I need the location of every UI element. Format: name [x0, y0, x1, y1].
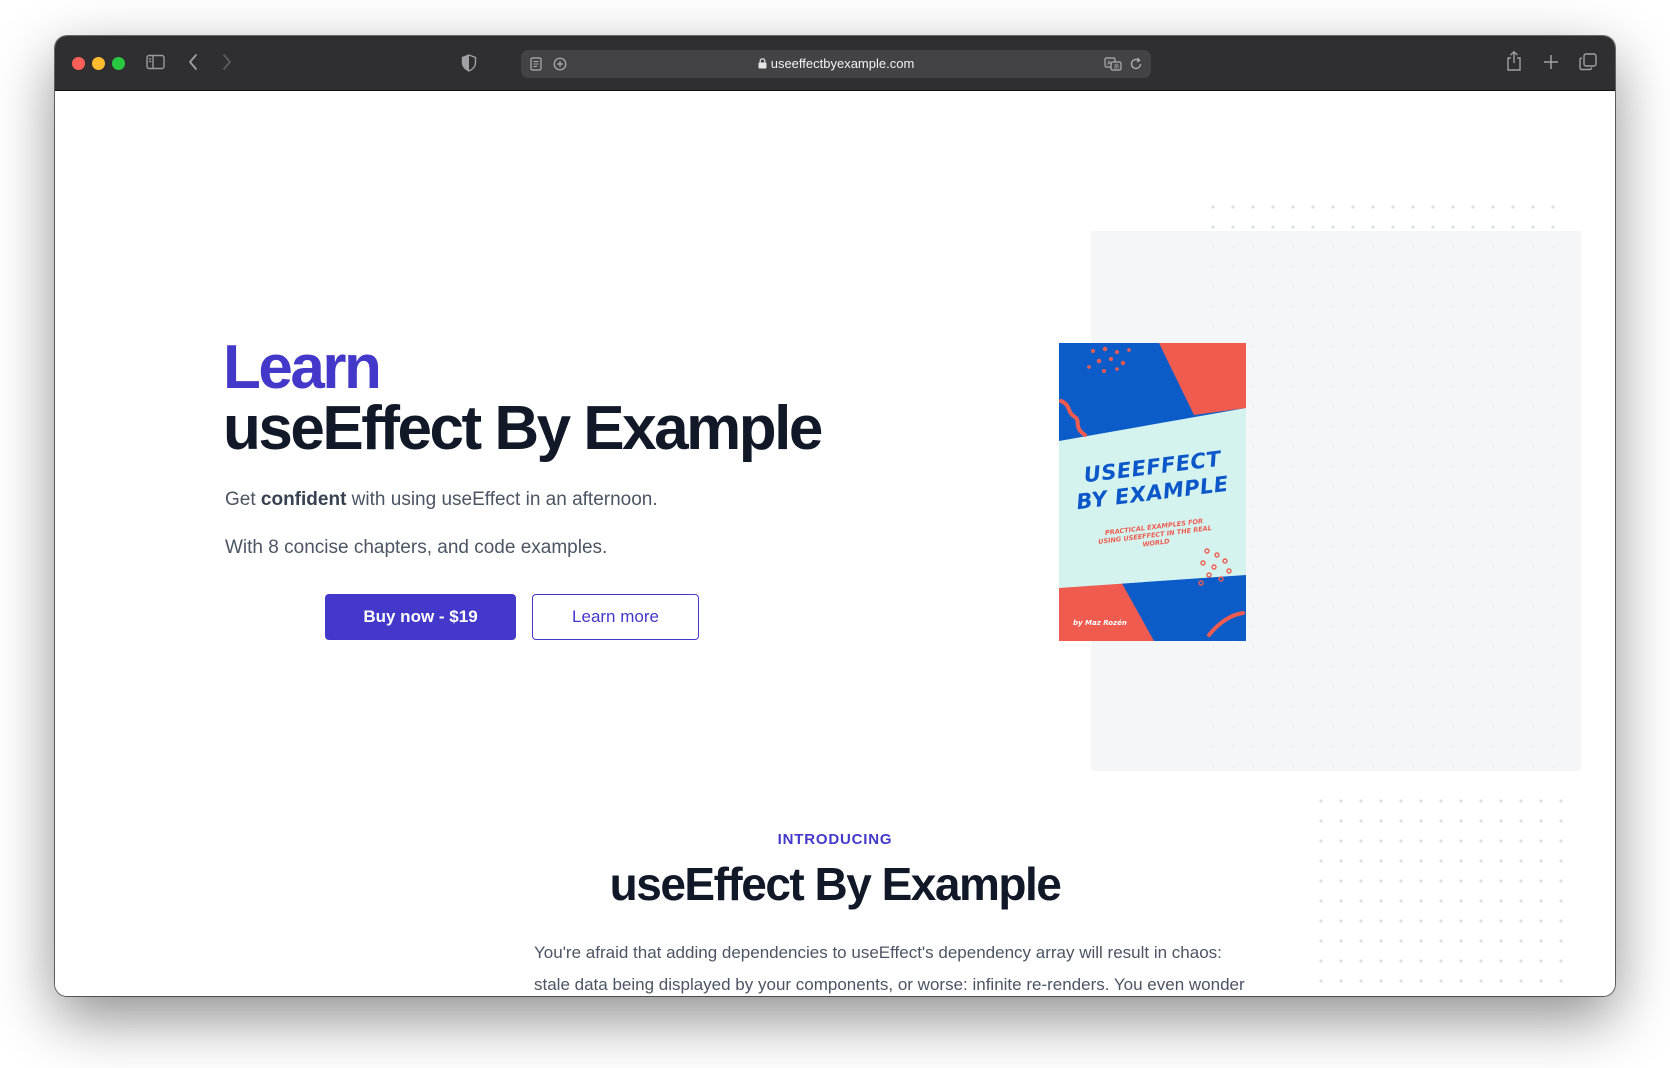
hero-subtitle-emphasis: confident [260, 489, 347, 510]
hero-subtitle-suffix: with using useEffect in an afternoon. [346, 489, 658, 510]
reload-icon[interactable] [1129, 57, 1143, 71]
intro-paragraph: You're afraid that adding dependencies t… [534, 943, 1245, 994]
minimize-window-button[interactable] [92, 57, 105, 70]
url-display: useeffectbyexample.com [521, 56, 1151, 71]
address-bar[interactable]: useeffectbyexample.com A あ [521, 50, 1151, 78]
hero-headline: useEffect By Example [223, 394, 823, 463]
new-tab-icon[interactable] [1543, 54, 1559, 70]
lock-icon [758, 58, 767, 69]
tab-overview-icon[interactable] [1579, 53, 1597, 71]
hero-subtitle-prefix: Get [225, 489, 261, 510]
book-cover[interactable]: USEEFFECT BY EXAMPLE PRACTICAL EXAMPLES … [1059, 343, 1246, 641]
forward-arrow-icon[interactable] [221, 53, 233, 71]
hero-subtitle-secondary: With 8 concise chapters, and code exampl… [225, 537, 608, 558]
privacy-shield-icon[interactable] [461, 54, 477, 72]
hero-headline-accent: Learn [223, 333, 382, 402]
sidebar-toggle-icon[interactable] [146, 54, 165, 70]
page-content: Learn useEffect By Example Get confident… [55, 91, 1615, 996]
svg-text:あ: あ [1114, 64, 1120, 71]
intro-eyebrow: INTRODUCING [777, 831, 893, 848]
browser-toolbar: useeffectbyexample.com A あ [55, 36, 1615, 91]
book-author: by Maz Rozén [1073, 619, 1127, 627]
share-icon[interactable] [1506, 50, 1522, 72]
back-arrow-icon[interactable] [187, 53, 199, 71]
close-window-button[interactable] [72, 57, 85, 70]
learn-more-button[interactable]: Learn more [532, 594, 699, 640]
hero-subtitle: Get confident with using useEffect in an… [225, 489, 658, 511]
url-text: useeffectbyexample.com [770, 56, 915, 71]
intro-title: useEffect By Example [609, 858, 1062, 910]
browser-window: useeffectbyexample.com A あ Learn useEffe… [55, 36, 1615, 996]
maximize-window-button[interactable] [112, 57, 125, 70]
buy-now-button[interactable]: Buy now - $19 [325, 594, 516, 640]
translate-icon[interactable]: A あ [1104, 57, 1122, 71]
